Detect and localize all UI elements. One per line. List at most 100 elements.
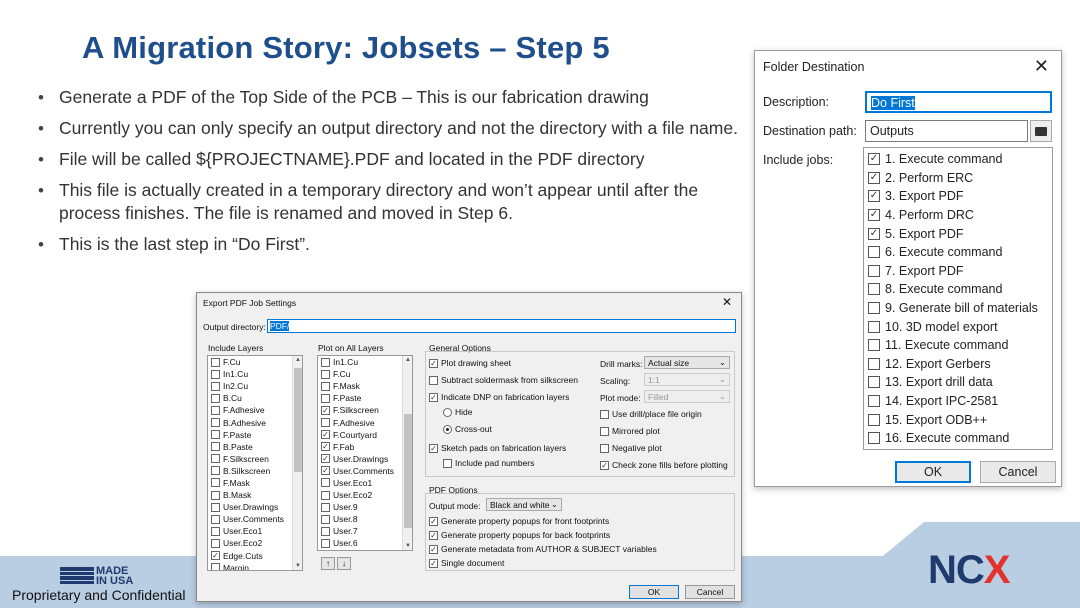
- scroll-down-icon[interactable]: ▼: [403, 543, 412, 549]
- subtract-soldermask-checkbox[interactable]: Subtract soldermask from silkscreen: [429, 375, 578, 385]
- layer-item[interactable]: F.Cu: [318, 368, 412, 380]
- destination-input[interactable]: Outputs: [865, 120, 1028, 142]
- layer-item[interactable]: B.Paste: [208, 441, 302, 453]
- job-item[interactable]: ✓ 2. Perform ERC: [864, 169, 1052, 188]
- plot-mode-select[interactable]: Filled ⌄: [644, 390, 730, 403]
- scroll-up-icon[interactable]: ▲: [293, 357, 302, 363]
- layer-item[interactable]: User.Comments: [208, 513, 302, 525]
- item-label: B.Cu: [223, 393, 242, 404]
- job-item[interactable]: ✓ 1. Execute command: [864, 150, 1052, 169]
- checkbox-icon: [868, 320, 880, 333]
- layer-item[interactable]: B.Adhesive: [208, 416, 302, 428]
- layer-item[interactable]: F.Cu: [208, 356, 302, 368]
- scroll-thumb[interactable]: [294, 368, 302, 472]
- folder-browse-button[interactable]: [1030, 120, 1052, 142]
- negative-plot-checkbox[interactable]: Negative plot: [600, 443, 662, 453]
- job-item[interactable]: 9. Generate bill of materials: [864, 299, 1052, 318]
- layer-item[interactable]: ✓ Edge.Cuts: [208, 550, 302, 562]
- scaling-select[interactable]: 1:1 ⌄: [644, 373, 730, 386]
- layer-item[interactable]: Margin: [208, 562, 302, 570]
- job-item[interactable]: 6. Execute command: [864, 243, 1052, 262]
- layer-item[interactable]: User.8: [318, 513, 412, 525]
- sketch-pads-checkbox[interactable]: ✓ Sketch pads on fabrication layers: [429, 443, 566, 453]
- popups-front-checkbox[interactable]: ✓ Generate property popups for front foot…: [429, 516, 609, 526]
- include-pad-numbers-checkbox[interactable]: Include pad numbers: [443, 458, 534, 468]
- checkbox-icon: [868, 246, 880, 259]
- description-input[interactable]: Do First: [865, 91, 1052, 113]
- layer-item[interactable]: B.Silkscreen: [208, 465, 302, 477]
- close-icon[interactable]: ✕: [722, 295, 732, 309]
- job-item[interactable]: 7. Export PDF: [864, 262, 1052, 281]
- layer-item[interactable]: F.Silkscreen: [208, 453, 302, 465]
- job-item[interactable]: 14. Export IPC-2581: [864, 392, 1052, 411]
- layer-item[interactable]: ✓ F.Courtyard: [318, 429, 412, 441]
- job-item[interactable]: 15. Export ODB++: [864, 410, 1052, 429]
- layer-item[interactable]: F.Mask: [318, 380, 412, 392]
- checkbox-icon: ✓: [429, 558, 438, 568]
- layer-item[interactable]: User.6: [318, 537, 412, 549]
- popups-back-checkbox[interactable]: ✓ Generate property popups for back footp…: [429, 530, 610, 540]
- layer-item[interactable]: User.7: [318, 525, 412, 537]
- check-zone-fills-checkbox[interactable]: ✓ Check zone fills before plotting: [600, 460, 728, 470]
- close-icon[interactable]: ✕: [1034, 56, 1049, 77]
- output-directory-input[interactable]: PDF/: [267, 319, 736, 333]
- layer-item[interactable]: In1.Cu: [208, 368, 302, 380]
- scroll-down-icon[interactable]: ▼: [293, 563, 302, 569]
- plot-drawing-sheet-checkbox[interactable]: ✓ Plot drawing sheet: [429, 358, 511, 368]
- ok-button[interactable]: OK: [629, 585, 679, 599]
- scrollbar[interactable]: ▲ ▼: [292, 356, 302, 570]
- job-item[interactable]: 10. 3D model export: [864, 317, 1052, 336]
- single-document-checkbox[interactable]: ✓ Single document: [429, 558, 504, 568]
- layer-item[interactable]: User.Eco1: [318, 477, 412, 489]
- description-value: Do First: [871, 96, 915, 110]
- layer-item[interactable]: B.Cu: [208, 392, 302, 404]
- cancel-button[interactable]: Cancel: [685, 585, 735, 599]
- item-label: F.Silkscreen: [223, 453, 269, 464]
- job-item[interactable]: 8. Execute command: [864, 280, 1052, 299]
- layer-item[interactable]: F.Paste: [318, 392, 412, 404]
- cross-out-radio[interactable]: Cross-out: [443, 424, 492, 434]
- job-item[interactable]: 12. Export Gerbers: [864, 355, 1052, 374]
- layer-item[interactable]: ✓ F.Silkscreen: [318, 404, 412, 416]
- item-label: 11. Execute command: [885, 338, 1009, 353]
- layer-item[interactable]: B.Mask: [208, 489, 302, 501]
- layer-item[interactable]: User.Eco2: [208, 537, 302, 549]
- layer-item[interactable]: ✓ User.Drawings: [318, 453, 412, 465]
- job-item[interactable]: 13. Export drill data: [864, 373, 1052, 392]
- job-item[interactable]: ✓ 5. Export PDF: [864, 224, 1052, 243]
- layer-item[interactable]: ✓ F.Fab: [318, 441, 412, 453]
- scroll-up-icon[interactable]: ▲: [403, 357, 412, 363]
- checkbox-icon: ✓: [868, 227, 880, 240]
- output-mode-select[interactable]: Black and white ⌄: [486, 498, 562, 511]
- scroll-thumb[interactable]: [404, 414, 412, 528]
- mirrored-plot-checkbox[interactable]: Mirrored plot: [600, 426, 660, 436]
- layer-item[interactable]: User.9: [318, 501, 412, 513]
- layer-item[interactable]: In1.Cu: [318, 356, 412, 368]
- job-item[interactable]: 16. Execute command: [864, 429, 1052, 448]
- layer-item[interactable]: User.Drawings: [208, 501, 302, 513]
- drill-marks-select[interactable]: Actual size ⌄: [644, 356, 730, 369]
- layer-item[interactable]: User.Eco2: [318, 489, 412, 501]
- item-label: In2.Cu: [223, 381, 249, 392]
- layer-item[interactable]: F.Mask: [208, 477, 302, 489]
- layer-item[interactable]: F.Adhesive: [208, 404, 302, 416]
- checkbox-icon: [211, 430, 220, 440]
- layer-item[interactable]: In2.Cu: [208, 380, 302, 392]
- layer-item[interactable]: F.Adhesive: [318, 416, 412, 428]
- layer-item[interactable]: F.Paste: [208, 429, 302, 441]
- job-item[interactable]: ✓ 3. Export PDF: [864, 187, 1052, 206]
- hide-radio[interactable]: Hide: [443, 407, 472, 417]
- cancel-button[interactable]: Cancel: [980, 461, 1056, 483]
- layer-item[interactable]: ✓ User.Comments: [318, 465, 412, 477]
- metadata-checkbox[interactable]: ✓ Generate metadata from AUTHOR & SUBJECT…: [429, 544, 657, 554]
- move-up-button[interactable]: ↑: [321, 557, 335, 570]
- move-down-button[interactable]: ↓: [337, 557, 351, 570]
- layer-item[interactable]: User.Eco1: [208, 525, 302, 537]
- job-item[interactable]: 11. Execute command: [864, 336, 1052, 355]
- item-label: In1.Cu: [223, 369, 249, 380]
- indicate-dnp-checkbox[interactable]: ✓ Indicate DNP on fabrication layers: [429, 392, 569, 402]
- ok-button[interactable]: OK: [895, 461, 971, 483]
- use-drill-origin-checkbox[interactable]: Use drill/place file origin: [600, 409, 702, 419]
- job-item[interactable]: ✓ 4. Perform DRC: [864, 206, 1052, 225]
- scrollbar[interactable]: ▲ ▼: [402, 356, 412, 550]
